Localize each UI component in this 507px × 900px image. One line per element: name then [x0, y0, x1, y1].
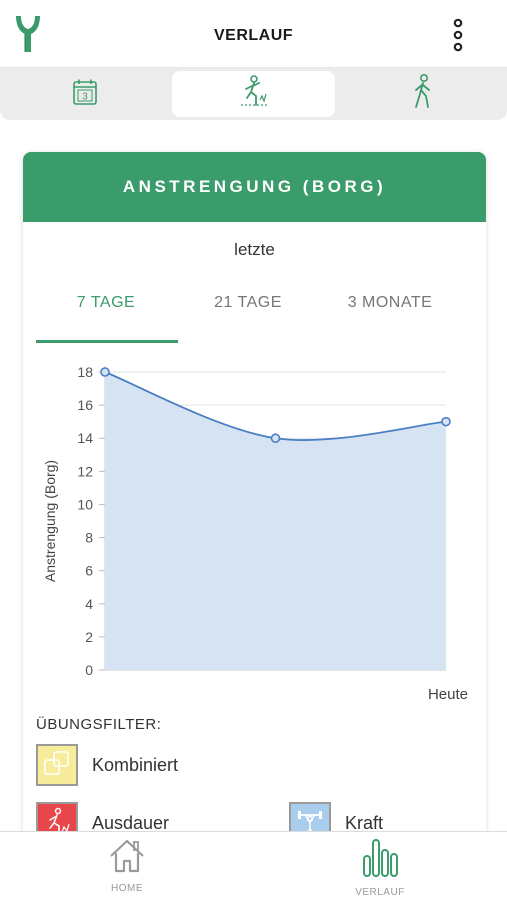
view-switcher: 3	[0, 68, 507, 120]
bottom-navigation: HOME VERLAUF	[0, 831, 507, 900]
app-header: VERLAUF	[0, 0, 507, 68]
y-tick-label: 6	[85, 563, 93, 579]
combined-filter-swatch[interactable]	[36, 744, 78, 786]
y-tick-label: 10	[77, 496, 93, 512]
data-point	[100, 367, 110, 377]
y-axis-label: Anstrengung (Borg)	[42, 460, 58, 582]
y-tick-label: 12	[77, 463, 93, 479]
y-tick-label: 0	[85, 662, 93, 678]
tab-21-days[interactable]: 21 TAGE	[178, 294, 318, 312]
y-tick-label: 16	[77, 397, 93, 413]
y-tick-label: 4	[85, 596, 93, 612]
x-tick-label: Heute	[428, 686, 468, 703]
y-tick-label: 2	[85, 629, 93, 645]
exertion-icon	[238, 74, 270, 115]
filter-heading: ÜBUNGSFILTER:	[36, 716, 162, 733]
nav-home[interactable]: HOME	[67, 838, 187, 894]
nav-verlauf-label: VERLAUF	[355, 887, 405, 898]
tab-exertion[interactable]	[172, 71, 335, 117]
card-title: ANSTRENGUNG (BORG)	[23, 152, 486, 222]
page-title: VERLAUF	[213, 27, 294, 44]
calendar-icon: 3	[72, 78, 98, 111]
walking-icon	[410, 73, 436, 116]
active-tab-indicator	[36, 340, 178, 343]
tab-7-days[interactable]: 7 TAGE	[36, 294, 176, 312]
exertion-chart: 0 2 4 6 8 10 12 14 16 18 Anstrengung (Borg) Heute	[42, 364, 468, 703]
tab-walking[interactable]	[340, 71, 506, 117]
range-tabs: 7 TAGE 21 TAGE 3 MONATE	[36, 280, 466, 344]
data-point	[441, 416, 451, 427]
more-options-icon[interactable]	[446, 18, 470, 54]
nav-home-label: HOME	[111, 883, 143, 894]
nav-verlauf[interactable]: VERLAUF	[320, 838, 440, 898]
tab-calendar[interactable]: 3	[2, 71, 168, 117]
exertion-card: ANSTRENGUNG (BORG) letzte 7 TAGE 21 TAGE…	[23, 152, 486, 872]
y-tick-label: 8	[85, 530, 93, 546]
combined-icon	[42, 748, 72, 783]
y-tick-label: 18	[77, 364, 93, 380]
range-caption: letzte	[234, 240, 275, 259]
bar-chart-icon	[360, 838, 400, 883]
y-tick-label: 14	[77, 430, 93, 446]
series-area	[105, 372, 446, 670]
svg-text:3: 3	[82, 91, 88, 102]
home-icon	[107, 838, 147, 879]
data-point	[270, 433, 281, 444]
filter-combined[interactable]: Kombiniert	[36, 744, 178, 786]
filter-label-combined: Kombiniert	[92, 754, 179, 775]
tab-3-months[interactable]: 3 MONATE	[320, 294, 460, 312]
